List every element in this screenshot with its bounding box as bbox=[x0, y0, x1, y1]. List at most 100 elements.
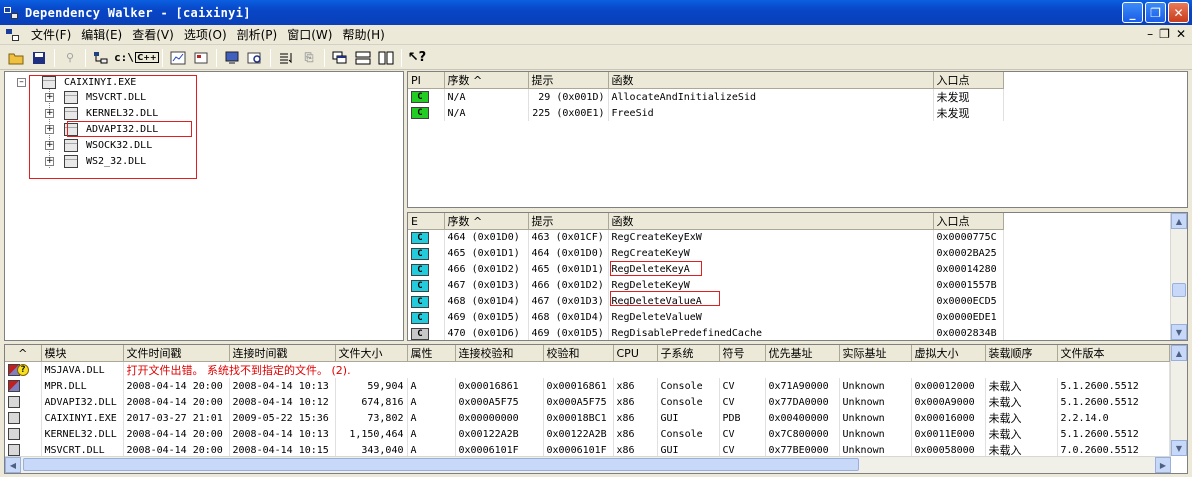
mdi-minimize-icon[interactable]: – bbox=[1147, 27, 1153, 41]
col-attr[interactable]: 属性 bbox=[407, 345, 456, 362]
col-e[interactable]: E bbox=[408, 213, 445, 230]
imports-pane[interactable]: PI 序数 ^ 提示 函数 入口点 C N/A 29 (0x001D) Allo… bbox=[407, 71, 1188, 208]
col-function[interactable]: 函数 bbox=[608, 213, 934, 230]
table-row[interactable]: C 469 (0x01D5) 468 (0x01D4) RegDeleteValueW… bbox=[408, 309, 1004, 326]
undecorate-cpp-button[interactable]: C++ bbox=[135, 48, 159, 68]
col-file-time[interactable]: 文件时间戳 bbox=[123, 345, 230, 362]
cell-subsystem: Console bbox=[657, 378, 720, 394]
col-pref-base[interactable]: 优先基址 bbox=[765, 345, 840, 362]
col-cpu[interactable]: CPU bbox=[613, 345, 658, 362]
module-tree[interactable]: – CAIXINYI.EXE + MSVCRT.DLL + KERNEL32.D… bbox=[4, 71, 404, 341]
view-module-icon[interactable] bbox=[245, 48, 265, 68]
table-row[interactable]: KERNEL32.DLL 2008-04-14 20:00 2008-04-14… bbox=[5, 426, 1170, 442]
menu-help[interactable]: 帮助(H) bbox=[337, 26, 389, 43]
tile-vertical-icon[interactable] bbox=[376, 48, 396, 68]
table-row[interactable]: C 470 (0x01D6) 469 (0x01D5) RegDisablePrede… bbox=[408, 325, 1004, 340]
menu-window[interactable]: 窗口(W) bbox=[282, 26, 337, 43]
open-folder-icon[interactable] bbox=[6, 48, 26, 68]
mdi-restore-icon[interactable]: ❐ bbox=[1159, 27, 1170, 41]
help-icon[interactable]: ↖? bbox=[407, 48, 427, 68]
cell-version: 2.2.14.0 bbox=[1057, 410, 1170, 426]
advapi-highlight-box bbox=[67, 121, 192, 137]
col-symbols[interactable]: 符号 bbox=[719, 345, 766, 362]
table-row[interactable]: C N/A 225 (0x00E1) FreeSid 未发现 bbox=[408, 105, 1004, 121]
scroll-down-icon[interactable]: ▼ bbox=[1171, 440, 1187, 456]
scroll-right-icon[interactable]: ▶ bbox=[1155, 457, 1171, 473]
col-entry[interactable]: 入口点 bbox=[933, 213, 1004, 230]
scroll-up-icon[interactable]: ▲ bbox=[1171, 213, 1187, 229]
col-link-checksum[interactable]: 连接校验和 bbox=[455, 345, 544, 362]
c-function-icon: C bbox=[411, 231, 429, 244]
cascade-icon[interactable] bbox=[330, 48, 350, 68]
col-pi[interactable]: PI bbox=[408, 72, 445, 89]
app-icon bbox=[4, 5, 20, 21]
col-subsystem[interactable]: 子系统 bbox=[657, 345, 720, 362]
table-row[interactable]: C 465 (0x01D1) 464 (0x01D0) RegCreateKeyW 0x… bbox=[408, 245, 1004, 262]
exports-pane[interactable]: E 序数 ^ 提示 函数 入口点 C 464 (0x01D0) 463 (0x01C… bbox=[407, 212, 1188, 341]
full-paths-button[interactable]: c:\ bbox=[114, 48, 134, 68]
system-info-icon[interactable] bbox=[222, 48, 242, 68]
table-row[interactable]: C 464 (0x01D0) 463 (0x01CF) RegCreateKeyExW… bbox=[408, 229, 1004, 246]
cell-hint: 468 (0x01D4) bbox=[528, 309, 609, 326]
col-link-time[interactable]: 连接时间戳 bbox=[229, 345, 336, 362]
cell-actual-base: Unknown bbox=[839, 378, 912, 394]
scroll-left-icon[interactable]: ◀ bbox=[5, 457, 21, 473]
mdi-close-icon[interactable]: ✕ bbox=[1176, 27, 1186, 41]
error-message: 打开文件出错。 系统找不到指定的文件。 (2). bbox=[123, 361, 1170, 378]
scroll-down-icon[interactable]: ▼ bbox=[1171, 324, 1187, 340]
table-row[interactable]: C 466 (0x01D2) 465 (0x01D1) RegDeleteKeyA 0x… bbox=[408, 261, 1004, 278]
minimize-button[interactable]: _ bbox=[1122, 2, 1143, 23]
collapse-icon[interactable]: – bbox=[17, 77, 26, 87]
scroll-thumb[interactable] bbox=[1172, 283, 1186, 297]
col-entry[interactable]: 入口点 bbox=[933, 72, 1004, 89]
col-function[interactable]: 函数 bbox=[608, 72, 934, 89]
close-button[interactable]: ✕ bbox=[1168, 2, 1189, 23]
title-bar[interactable]: Dependency Walker - [caixinyi] _ ❐ ✕ bbox=[0, 0, 1192, 25]
col-module[interactable]: 模块 bbox=[41, 345, 124, 362]
col-checksum[interactable]: 校验和 bbox=[543, 345, 614, 362]
cell-attr: A bbox=[407, 394, 456, 410]
col-sort[interactable]: ^ bbox=[5, 345, 42, 362]
tile-horizontal-icon[interactable] bbox=[353, 48, 373, 68]
menu-view[interactable]: 查看(V) bbox=[127, 26, 179, 43]
col-virt-size[interactable]: 虚拟大小 bbox=[911, 345, 986, 362]
scroll-up-icon[interactable]: ▲ bbox=[1171, 345, 1187, 361]
cell-size: 59,904 bbox=[335, 378, 408, 394]
find-icon[interactable]: ⚲ bbox=[60, 48, 80, 68]
chart-icon[interactable] bbox=[168, 48, 188, 68]
hscroll-thumb[interactable] bbox=[23, 458, 859, 471]
col-actual-base[interactable]: 实际基址 bbox=[839, 345, 912, 362]
document-icon[interactable] bbox=[6, 28, 22, 42]
col-hint[interactable]: 提示 bbox=[528, 72, 609, 89]
col-size[interactable]: 文件大小 bbox=[335, 345, 408, 362]
copy-icon[interactable]: ⎘ bbox=[299, 48, 319, 68]
maximize-button[interactable]: ❐ bbox=[1145, 2, 1166, 23]
cell-actual-base: Unknown bbox=[839, 426, 912, 442]
menu-file[interactable]: 文件(F) bbox=[26, 26, 76, 43]
list-view-icon[interactable] bbox=[276, 48, 296, 68]
exports-scrollbar[interactable]: ▲ ▼ bbox=[1170, 213, 1187, 340]
col-version[interactable]: 文件版本 bbox=[1057, 345, 1170, 362]
tree-view-icon[interactable] bbox=[91, 48, 111, 68]
col-ordinal[interactable]: 序数 ^ bbox=[444, 213, 529, 230]
cell-size: 674,816 bbox=[335, 394, 408, 410]
col-hint[interactable]: 提示 bbox=[528, 213, 609, 230]
menu-edit[interactable]: 编辑(E) bbox=[76, 26, 127, 43]
menu-options[interactable]: 选项(O) bbox=[179, 26, 232, 43]
save-icon[interactable] bbox=[29, 48, 49, 68]
cpp-label: C++ bbox=[135, 52, 159, 63]
table-row[interactable]: ? MSJAVA.DLL 打开文件出错。 系统找不到指定的文件。 (2). bbox=[5, 361, 1170, 378]
properties-icon[interactable] bbox=[191, 48, 211, 68]
modules-hscrollbar[interactable]: ◀ ▶ bbox=[5, 456, 1171, 473]
module-icon bbox=[8, 444, 20, 456]
col-ordinal[interactable]: 序数 ^ bbox=[444, 72, 529, 89]
cell-hint: 464 (0x01D0) bbox=[528, 245, 609, 262]
menu-profile[interactable]: 剖析(P) bbox=[232, 26, 283, 43]
table-row[interactable]: C N/A 29 (0x001D) AllocateAndInitializeS… bbox=[408, 88, 1004, 105]
table-row[interactable]: MPR.DLL 2008-04-14 20:00 2008-04-14 10:1… bbox=[5, 378, 1170, 394]
modules-pane[interactable]: ^ 模块 文件时间戳 连接时间戳 文件大小 属性 连接校验和 校验和 CPU 子… bbox=[4, 344, 1188, 474]
table-row[interactable]: ADVAPI32.DLL 2008-04-14 20:00 2008-04-14… bbox=[5, 394, 1170, 410]
col-load-order[interactable]: 装载顺序 bbox=[985, 345, 1058, 362]
table-row[interactable]: CAIXINYI.EXE 2017-03-27 21:01 2009-05-22… bbox=[5, 410, 1170, 426]
modules-vscrollbar[interactable]: ▲ ▼ bbox=[1170, 345, 1187, 456]
